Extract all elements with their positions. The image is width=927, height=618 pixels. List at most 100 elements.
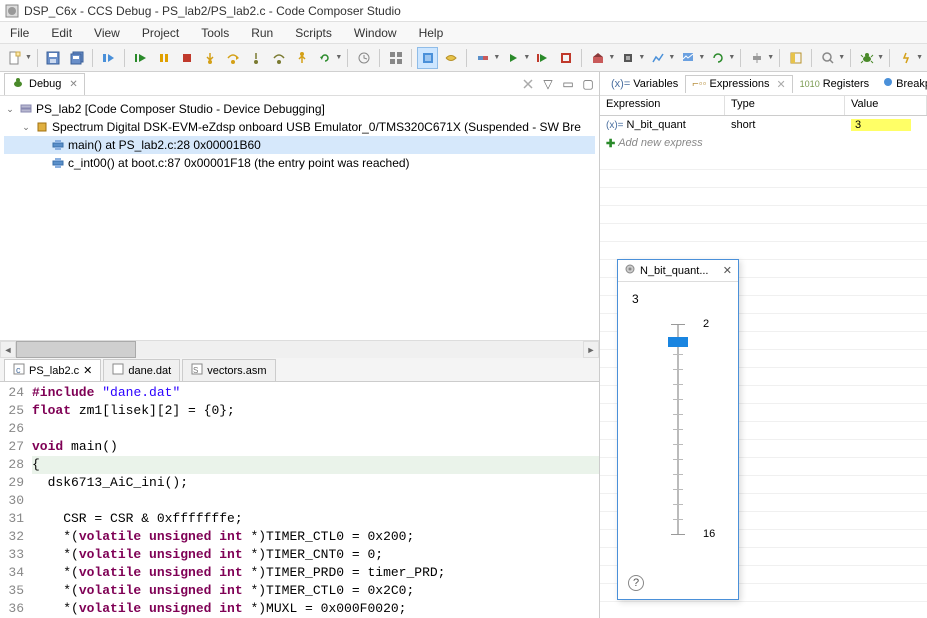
dropdown-icon[interactable]: ▼ xyxy=(698,54,705,61)
tab-label: Breakpoints xyxy=(896,78,927,90)
slider[interactable]: 2 16 xyxy=(663,324,693,534)
suspend-button[interactable] xyxy=(153,47,174,69)
slider-thumb[interactable] xyxy=(668,337,688,347)
graph-button[interactable] xyxy=(647,47,668,69)
bug-icon xyxy=(11,76,25,93)
step-return-button[interactable] xyxy=(291,47,312,69)
view-menu-button[interactable]: ▽ xyxy=(541,77,555,91)
editor-tab-pslab2[interactable]: c PS_lab2.c ✕ xyxy=(4,359,101,381)
close-icon[interactable]: ✕ xyxy=(69,79,77,90)
menu-view[interactable]: View xyxy=(88,24,126,42)
chip-button[interactable] xyxy=(617,47,638,69)
refresh-button[interactable] xyxy=(707,47,728,69)
tab-variables[interactable]: (x)= Variables xyxy=(604,75,685,93)
dropdown-icon[interactable]: ▼ xyxy=(767,54,774,61)
terminate-button[interactable] xyxy=(176,47,197,69)
close-icon[interactable]: ✕ xyxy=(83,364,92,377)
dropdown-icon[interactable]: ▼ xyxy=(493,54,500,61)
close-icon[interactable]: ✕ xyxy=(776,78,785,91)
tab-expressions[interactable]: ⌐◦◦ Expressions ✕ xyxy=(685,75,792,93)
add-expression-row[interactable]: ✚ Add new express xyxy=(600,134,927,152)
menu-tools[interactable]: Tools xyxy=(195,24,235,42)
editor-tab-dane[interactable]: dane.dat xyxy=(103,359,180,381)
debug-tree-launch[interactable]: ⌄ PS_lab2 [Code Composer Studio - Device… xyxy=(4,100,595,118)
code-editor[interactable]: 24252627282930313233343536 #include "dan… xyxy=(0,382,599,618)
tab-debug[interactable]: Debug ✕ xyxy=(4,73,85,95)
tab-breakpoints[interactable]: Breakpoints xyxy=(876,74,927,93)
stack-frame-icon xyxy=(50,155,66,171)
toggle-breakpoint-button[interactable] xyxy=(417,47,438,69)
popup-title-bar[interactable]: N_bit_quant... ✕ xyxy=(618,260,738,282)
debug-config-button[interactable] xyxy=(746,47,767,69)
code-body[interactable]: #include "dane.dat" float zm1[lisek][2] … xyxy=(28,382,599,618)
close-icon[interactable]: ✕ xyxy=(723,264,732,277)
minimize-button[interactable]: ▭ xyxy=(561,77,575,91)
maximize-button[interactable]: ▢ xyxy=(581,77,595,91)
dropdown-icon[interactable]: ▼ xyxy=(877,54,884,61)
asm-step-into-button[interactable] xyxy=(245,47,266,69)
dropdown-icon[interactable]: ▼ xyxy=(916,54,923,61)
restart-button[interactable] xyxy=(98,47,119,69)
connect-button[interactable] xyxy=(472,47,493,69)
tab-registers[interactable]: 1010 Registers xyxy=(793,75,877,93)
debug-button[interactable] xyxy=(856,47,877,69)
save-button[interactable] xyxy=(43,47,64,69)
open-perspective-button[interactable] xyxy=(785,47,806,69)
editor-tab-vectors[interactable]: S vectors.asm xyxy=(182,359,275,381)
debug-tree-frame-cint00[interactable]: c_int00() at boot.c:87 0x00001F18 (the e… xyxy=(4,154,595,172)
resume-button[interactable] xyxy=(130,47,151,69)
column-value[interactable]: Value xyxy=(845,96,927,115)
run-button[interactable] xyxy=(502,47,523,69)
app-icon xyxy=(4,3,20,19)
menu-file[interactable]: File xyxy=(4,24,35,42)
asm-step-over-button[interactable] xyxy=(268,47,289,69)
dropdown-icon[interactable]: ▼ xyxy=(523,54,530,61)
menu-project[interactable]: Project xyxy=(136,24,185,42)
debug-tree[interactable]: ⌄ PS_lab2 [Code Composer Studio - Device… xyxy=(0,96,599,340)
dropdown-icon[interactable]: ▼ xyxy=(838,54,845,61)
save-all-button[interactable] xyxy=(66,47,87,69)
expression-value[interactable]: 3 xyxy=(851,119,911,131)
expand-icon[interactable]: ⌄ xyxy=(20,122,32,133)
horizontal-scrollbar[interactable]: ◄ ► xyxy=(0,340,599,358)
scroll-right-arrow[interactable]: ► xyxy=(583,341,599,358)
variable-slider-popup[interactable]: N_bit_quant... ✕ 3 2 16 ? xyxy=(617,259,739,600)
dropdown-icon[interactable]: ▼ xyxy=(335,54,342,61)
debug-tree-target[interactable]: ⌄ Spectrum Digital DSK-EVM-eZdsp onboard… xyxy=(4,118,595,136)
go-main-button[interactable] xyxy=(532,47,553,69)
dropdown-icon[interactable]: ▼ xyxy=(638,54,645,61)
tab-label: Debug xyxy=(29,78,61,90)
image-analyzer-button[interactable] xyxy=(677,47,698,69)
scroll-track[interactable] xyxy=(16,341,583,358)
new-target-button[interactable] xyxy=(385,47,406,69)
expand-icon[interactable]: ⌄ xyxy=(4,104,16,115)
menu-window[interactable]: Window xyxy=(348,24,403,42)
dropdown-icon[interactable]: ▼ xyxy=(668,54,675,61)
real-time-button[interactable] xyxy=(353,47,374,69)
expression-row[interactable]: (x)= N_bit_quant short 3 xyxy=(600,116,927,134)
dropdown-icon[interactable]: ▼ xyxy=(25,54,32,61)
remove-launch-button[interactable] xyxy=(521,77,535,91)
menu-help[interactable]: Help xyxy=(413,24,450,42)
menu-edit[interactable]: Edit xyxy=(45,24,78,42)
debug-tree-frame-main[interactable]: main() at PS_lab2.c:28 0x00001B60 xyxy=(4,136,595,154)
column-type[interactable]: Type xyxy=(725,96,845,115)
column-expression[interactable]: Expression xyxy=(600,96,725,115)
scroll-thumb[interactable] xyxy=(16,341,136,358)
dropdown-icon[interactable]: ▼ xyxy=(728,54,735,61)
menu-bar: File Edit View Project Tools Run Scripts… xyxy=(0,22,927,44)
build-button[interactable] xyxy=(587,47,608,69)
reset-button[interactable] xyxy=(314,47,335,69)
free-run-button[interactable] xyxy=(440,47,461,69)
search-button[interactable] xyxy=(817,47,838,69)
step-over-button[interactable] xyxy=(222,47,243,69)
ext-tools-button[interactable] xyxy=(895,47,916,69)
step-into-button[interactable] xyxy=(199,47,220,69)
menu-run[interactable]: Run xyxy=(245,24,279,42)
dropdown-icon[interactable]: ▼ xyxy=(608,54,615,61)
halt-button[interactable] xyxy=(555,47,576,69)
help-icon[interactable]: ? xyxy=(628,575,644,591)
menu-scripts[interactable]: Scripts xyxy=(289,24,338,42)
new-button[interactable] xyxy=(4,47,25,69)
scroll-left-arrow[interactable]: ◄ xyxy=(0,341,16,358)
